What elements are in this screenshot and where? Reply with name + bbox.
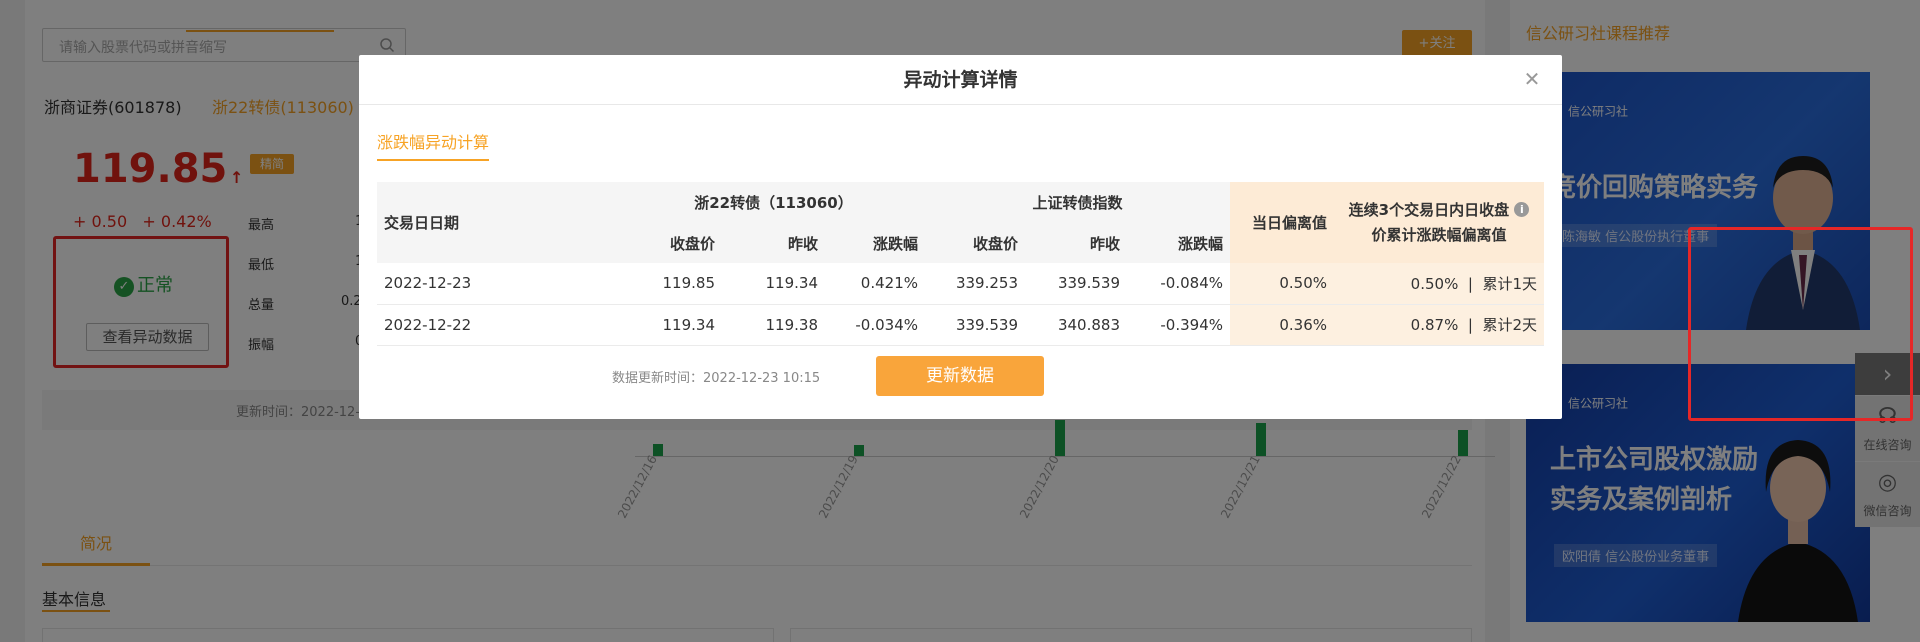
cell-index-prev: 339.539 bbox=[1025, 263, 1127, 305]
cell-daily-deviation: 0.36% bbox=[1230, 304, 1334, 346]
data-update-time: 数据更新时间：2022-12-23 10:15 bbox=[612, 371, 821, 386]
tab-price-change-calc[interactable]: 涨跌幅异动计算 bbox=[377, 129, 489, 153]
close-icon[interactable]: ✕ bbox=[1520, 67, 1544, 91]
header-daily-deviation: 当日偏离值 bbox=[1230, 182, 1334, 263]
anomaly-detail-modal: 异动计算详情 ✕ 涨跌幅异动计算 交易日日期 浙22转债（113060） 上证转… bbox=[359, 55, 1913, 421]
cell-bond-prev: 119.34 bbox=[722, 263, 825, 305]
cell-date: 2022-12-22 bbox=[377, 304, 622, 346]
modal-header: 异动计算详情 ✕ bbox=[359, 55, 1562, 105]
cell-cumulative-deviation: 0.50% | 累计1天 bbox=[1334, 263, 1544, 305]
table-row: 2022-12-23 119.85 119.34 0.421% 339.253 … bbox=[377, 263, 1544, 305]
cell-index-pct: -0.084% bbox=[1127, 263, 1230, 305]
cumulative-deviation-highlight bbox=[1688, 227, 1913, 421]
cell-bond-prev: 119.38 bbox=[722, 304, 825, 346]
header-index-close: 收盘价 bbox=[925, 223, 1025, 263]
header-cumulative-deviation: 连续3个交易日内日收盘 i 价累计涨跌幅偏离值 bbox=[1334, 182, 1544, 263]
cell-bond-pct: 0.421% bbox=[825, 263, 925, 305]
cell-cumulative-deviation: 0.87% | 累计2天 bbox=[1334, 304, 1544, 346]
refresh-data-button[interactable]: 更新数据 bbox=[876, 356, 1044, 396]
table-row: 2022-12-22 119.34 119.38 -0.034% 339.539… bbox=[377, 304, 1544, 346]
cell-index-close: 339.253 bbox=[925, 263, 1025, 305]
header-index-prev-close: 昨收 bbox=[1025, 223, 1127, 263]
header-bond-group: 浙22转债（113060） bbox=[622, 182, 925, 223]
anomaly-table: 交易日日期 浙22转债（113060） 上证转债指数 当日偏离值 连续3个交易日… bbox=[377, 182, 1544, 346]
cell-index-prev: 340.883 bbox=[1025, 304, 1127, 346]
header-bond-close: 收盘价 bbox=[622, 223, 722, 263]
header-index-pct: 涨跌幅 bbox=[1127, 223, 1230, 263]
cell-bond-close: 119.34 bbox=[622, 304, 722, 346]
header-bond-pct: 涨跌幅 bbox=[825, 223, 925, 263]
header-bond-prev-close: 昨收 bbox=[722, 223, 825, 263]
cell-bond-pct: -0.034% bbox=[825, 304, 925, 346]
header-trade-date: 交易日日期 bbox=[377, 182, 622, 263]
info-icon[interactable]: i bbox=[1514, 201, 1530, 217]
cell-index-close: 339.539 bbox=[925, 304, 1025, 346]
cell-index-pct: -0.394% bbox=[1127, 304, 1230, 346]
cell-bond-close: 119.85 bbox=[622, 263, 722, 305]
cell-daily-deviation: 0.50% bbox=[1230, 263, 1334, 305]
modal-title: 异动计算详情 bbox=[903, 69, 1018, 91]
modal-tab-underline bbox=[377, 159, 489, 161]
header-index-group: 上证转债指数 bbox=[925, 182, 1230, 223]
cell-date: 2022-12-23 bbox=[377, 263, 622, 305]
